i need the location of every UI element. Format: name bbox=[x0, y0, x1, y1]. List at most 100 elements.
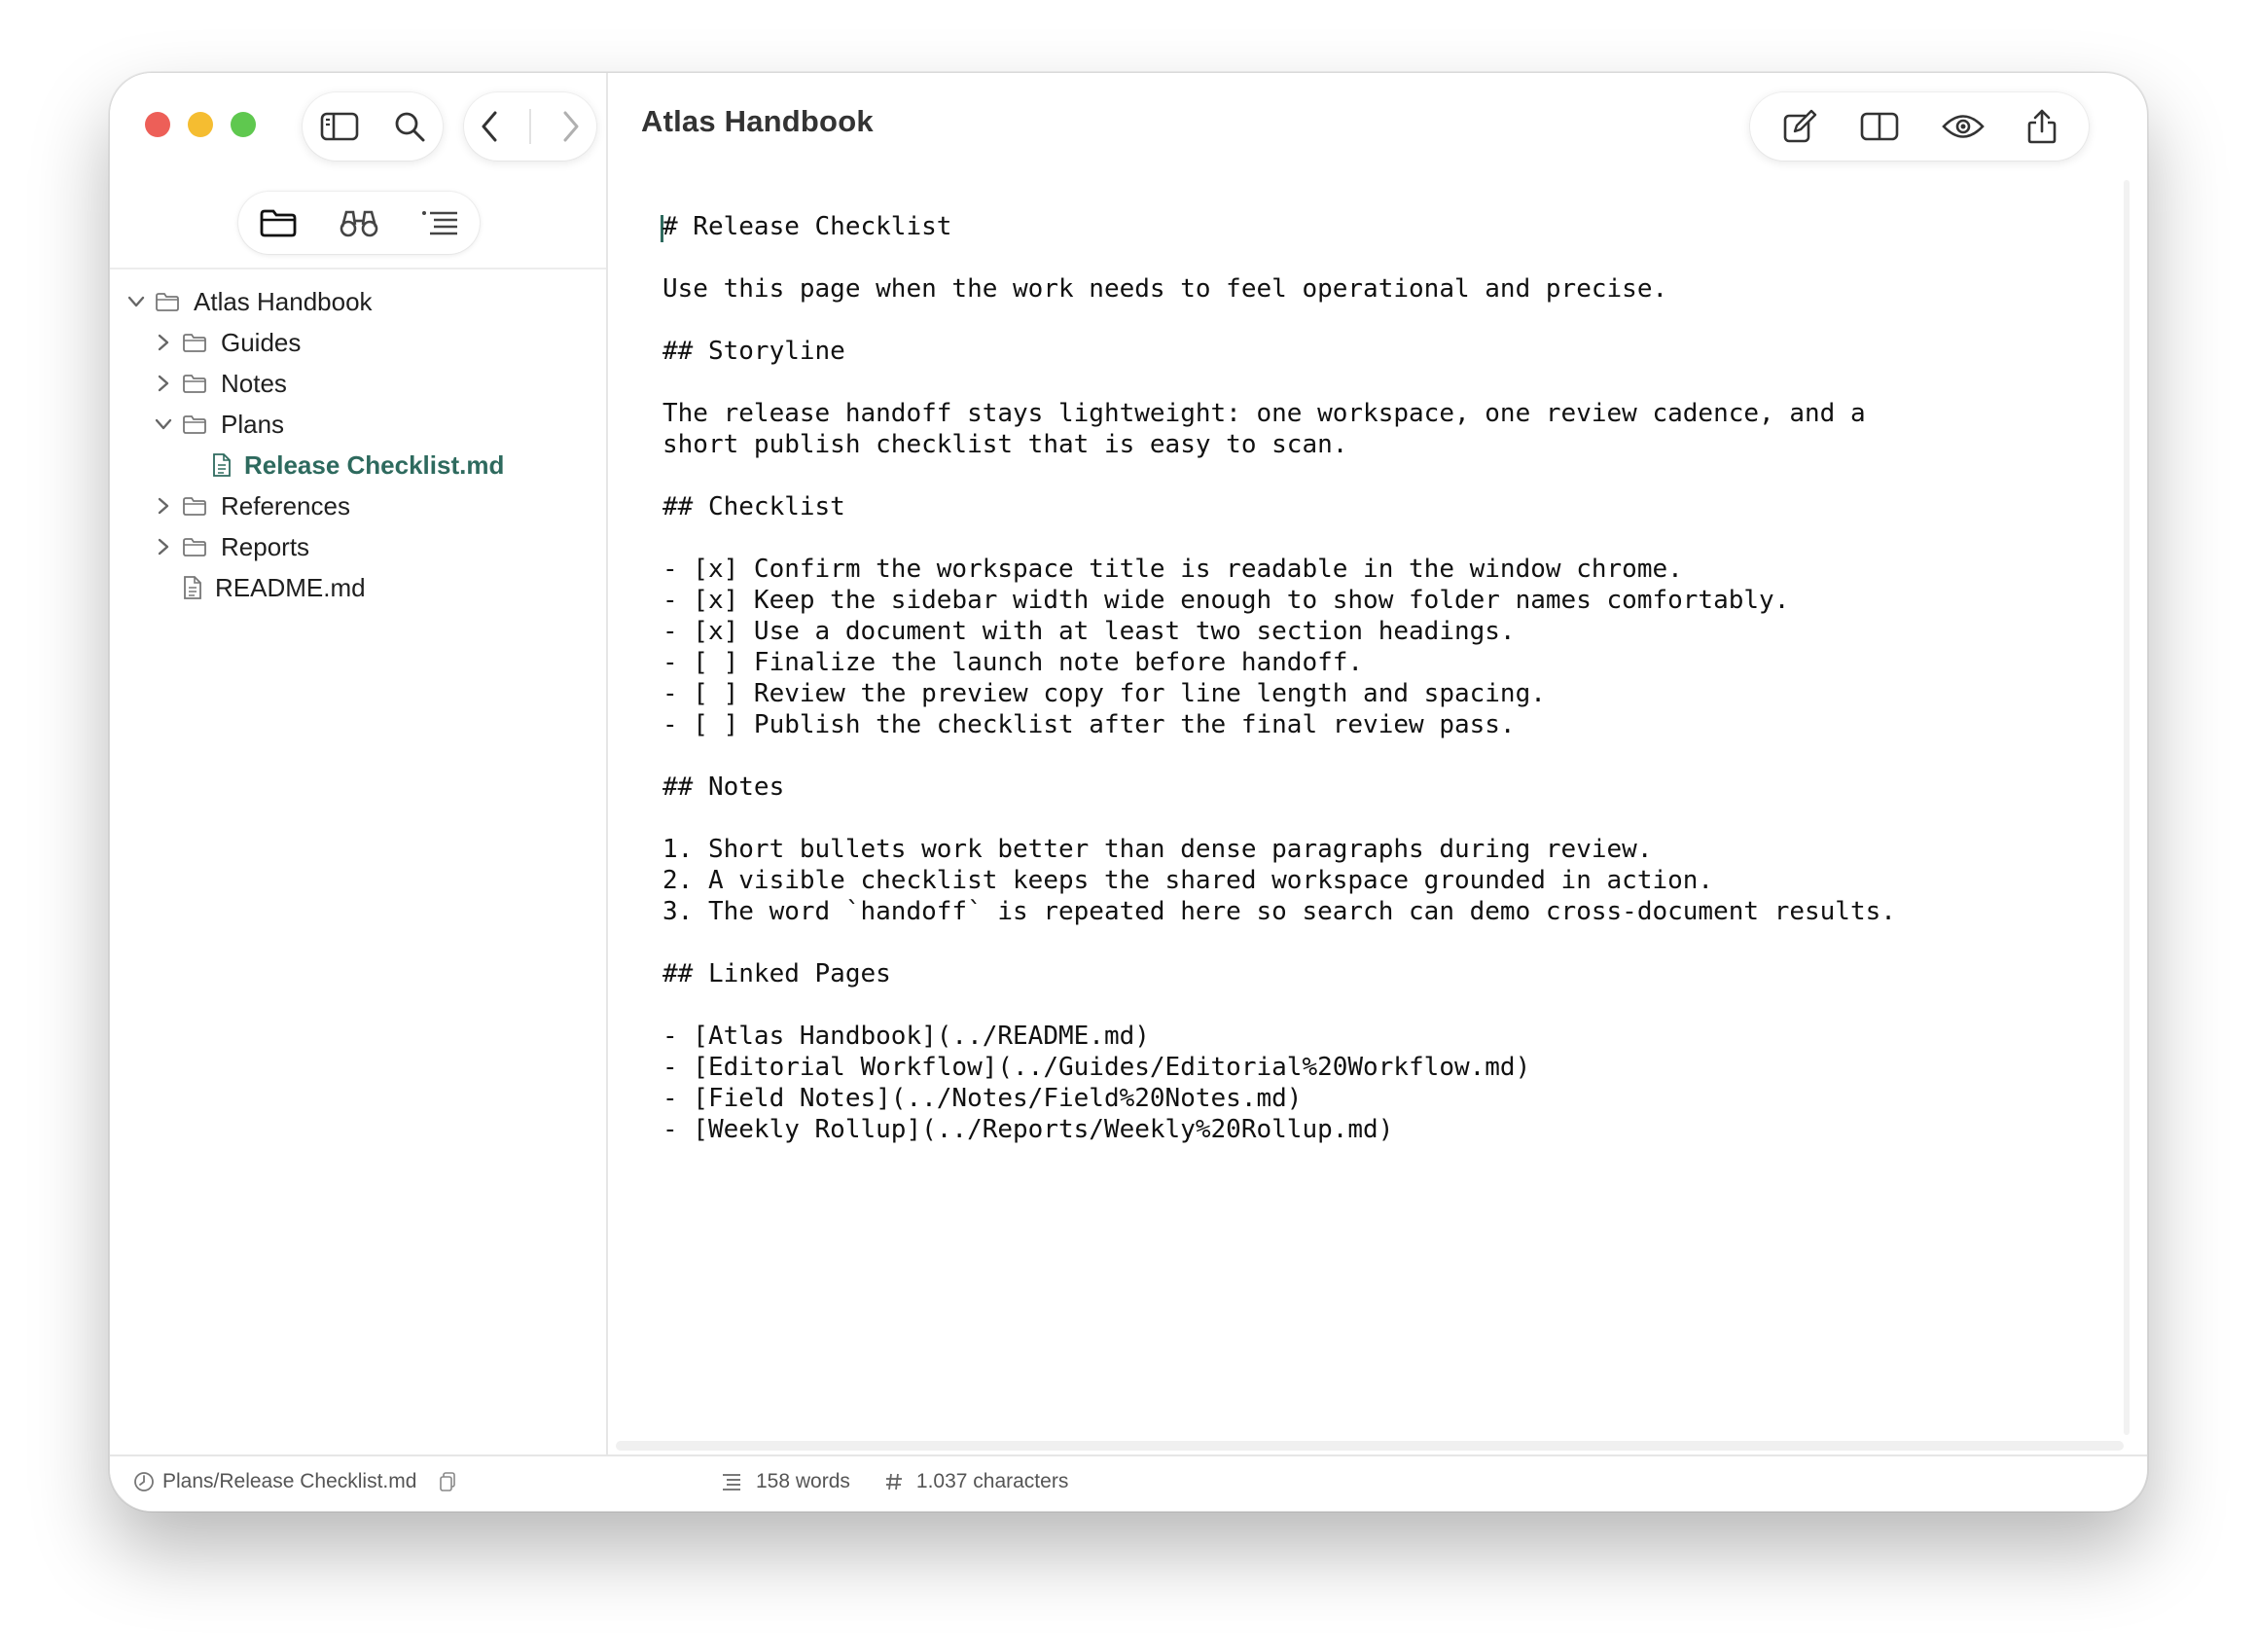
character-count: 1.037 characters bbox=[885, 1470, 1068, 1493]
hash-icon bbox=[885, 1472, 903, 1491]
folder-tab-icon[interactable] bbox=[259, 207, 298, 238]
text-lines-icon bbox=[721, 1473, 742, 1490]
chevron-right-icon[interactable] bbox=[153, 495, 174, 517]
editor-blank-line bbox=[662, 305, 2063, 336]
editor-line: 3. The word `handoff` is repeated here s… bbox=[662, 897, 1896, 926]
tree-item-label: README.md bbox=[215, 572, 366, 602]
editor-blank-line bbox=[662, 460, 2063, 491]
outline-tab-icon[interactable] bbox=[420, 208, 459, 237]
zoom-window-button[interactable] bbox=[231, 112, 256, 137]
tree-item-readme[interactable]: README.md bbox=[110, 567, 606, 608]
search-icon[interactable] bbox=[393, 110, 426, 143]
close-window-button[interactable] bbox=[145, 112, 170, 137]
sidebar-divider bbox=[110, 268, 606, 269]
folder-icon bbox=[155, 291, 180, 312]
status-bar: Plans/Release Checklist.md 158 words 1.0… bbox=[110, 1454, 2147, 1511]
tree-item-label: Release Checklist.md bbox=[244, 449, 505, 480]
folder-icon bbox=[182, 495, 207, 517]
tree-item-label: References bbox=[221, 490, 350, 521]
editor-line: - [ ] Finalize the launch note before ha… bbox=[662, 648, 1364, 677]
sidebar-tools bbox=[303, 92, 443, 161]
tree-item-label: Guides bbox=[221, 327, 302, 357]
status-path: Plans/Release Checklist.md bbox=[133, 1470, 457, 1493]
folder-icon bbox=[182, 536, 207, 557]
nav-separator bbox=[529, 109, 531, 144]
tree-item-notes[interactable]: Notes bbox=[110, 363, 606, 404]
vertical-scrollbar[interactable] bbox=[2124, 180, 2130, 1435]
editor-line: - [ ] Review the preview copy for line l… bbox=[662, 679, 1546, 708]
tree-item-label: Reports bbox=[221, 531, 310, 561]
minimize-window-button[interactable] bbox=[188, 112, 213, 137]
word-count-text: 158 words bbox=[756, 1470, 850, 1492]
markdown-editor[interactable]: # Release Checklist Use this page when th… bbox=[662, 211, 2063, 1145]
editor-line: # Release Checklist bbox=[662, 212, 952, 241]
app-window: Atlas Handbook Guides Notes Plans Releas… bbox=[109, 72, 2148, 1512]
tree-item-references[interactable]: References bbox=[110, 485, 606, 526]
editor-toolbar bbox=[1750, 92, 2089, 161]
editor-line: 1. Short bullets work better than dense … bbox=[662, 835, 1653, 864]
editor-area: Atlas Handbook # Release Checklist Use th… bbox=[608, 73, 2147, 1454]
editor-line: - [ ] Publish the checklist after the fi… bbox=[662, 710, 1516, 739]
editor-blank-line bbox=[662, 242, 2063, 273]
file-tree: Atlas Handbook Guides Notes Plans Releas… bbox=[110, 281, 606, 608]
copy-path-icon[interactable] bbox=[438, 1471, 457, 1492]
sidebar-toggle-icon[interactable] bbox=[320, 111, 359, 142]
editor-line: ## Checklist bbox=[662, 492, 845, 521]
editor-line: short publish checklist that is easy to … bbox=[662, 430, 1348, 459]
folder-icon bbox=[182, 332, 207, 353]
tree-item-label: Atlas Handbook bbox=[194, 286, 373, 316]
editor-line: The release handoff stays lightweight: o… bbox=[662, 399, 1866, 428]
chevron-down-icon[interactable] bbox=[125, 291, 147, 312]
editor-blank-line bbox=[662, 740, 2063, 772]
navigation-controls bbox=[464, 92, 596, 161]
clock-icon bbox=[133, 1471, 155, 1492]
editor-line: - [x] Keep the sidebar width wide enough… bbox=[662, 586, 1790, 615]
chevron-down-icon[interactable] bbox=[153, 413, 174, 435]
editor-line: - [x] Use a document with at least two s… bbox=[662, 617, 1516, 646]
window-controls bbox=[145, 112, 256, 137]
file-path-text: Plans/Release Checklist.md bbox=[162, 1470, 417, 1492]
chevron-right-icon[interactable] bbox=[153, 536, 174, 557]
tree-item-label: Plans bbox=[221, 409, 285, 439]
tree-item-release-checklist[interactable]: Release Checklist.md bbox=[110, 445, 606, 485]
window-title: Atlas Handbook bbox=[641, 104, 874, 138]
file-icon bbox=[211, 452, 233, 478]
editor-line: ## Storyline bbox=[662, 337, 845, 366]
tree-item-label: Notes bbox=[221, 368, 287, 398]
editor-line: - [Editorial Workflow](../Guides/Editori… bbox=[662, 1053, 1531, 1082]
binoculars-tab-icon[interactable] bbox=[339, 207, 379, 238]
editor-line: Use this page when the work needs to fee… bbox=[662, 274, 1668, 304]
editor-line: 2. A visible checklist keeps the shared … bbox=[662, 866, 1714, 895]
editor-line: - [Weekly Rollup](../Reports/Weekly%20Ro… bbox=[662, 1115, 1394, 1144]
split-view-icon[interactable] bbox=[1860, 111, 1899, 142]
document-stats: 158 words 1.037 characters bbox=[721, 1470, 1103, 1493]
editor-blank-line bbox=[662, 522, 2063, 554]
editor-line: - [Field Notes](../Notes/Field%20Notes.m… bbox=[662, 1084, 1303, 1113]
horizontal-scrollbar[interactable] bbox=[616, 1441, 2124, 1451]
editor-blank-line bbox=[662, 803, 2063, 834]
back-chevron-icon[interactable] bbox=[479, 110, 500, 143]
editor-line: ## Linked Pages bbox=[662, 959, 891, 988]
folder-icon bbox=[182, 413, 207, 435]
editor-line: - [x] Confirm the workspace title is rea… bbox=[662, 555, 1683, 584]
editor-blank-line bbox=[662, 367, 2063, 398]
editor-line: ## Notes bbox=[662, 772, 785, 802]
chevron-right-icon[interactable] bbox=[153, 373, 174, 394]
edit-icon[interactable] bbox=[1781, 108, 1818, 145]
tree-item-plans[interactable]: Plans bbox=[110, 404, 606, 445]
editor-line: - [Atlas Handbook](../README.md) bbox=[662, 1022, 1150, 1051]
chevron-right-icon[interactable] bbox=[153, 332, 174, 353]
sidebar-tabs bbox=[238, 192, 480, 254]
editor-blank-line bbox=[662, 927, 2063, 958]
tree-item-atlas-handbook[interactable]: Atlas Handbook bbox=[110, 281, 606, 322]
editor-blank-line bbox=[662, 989, 2063, 1021]
tree-item-guides[interactable]: Guides bbox=[110, 322, 606, 363]
file-icon bbox=[182, 575, 203, 600]
preview-eye-icon[interactable] bbox=[1941, 112, 1985, 141]
tree-item-reports[interactable]: Reports bbox=[110, 526, 606, 567]
forward-chevron-icon[interactable] bbox=[560, 110, 582, 143]
sidebar: Atlas Handbook Guides Notes Plans Releas… bbox=[110, 73, 608, 1454]
character-count-text: 1.037 characters bbox=[915, 1470, 1069, 1492]
folder-icon bbox=[182, 373, 207, 394]
share-icon[interactable] bbox=[2026, 108, 2058, 145]
